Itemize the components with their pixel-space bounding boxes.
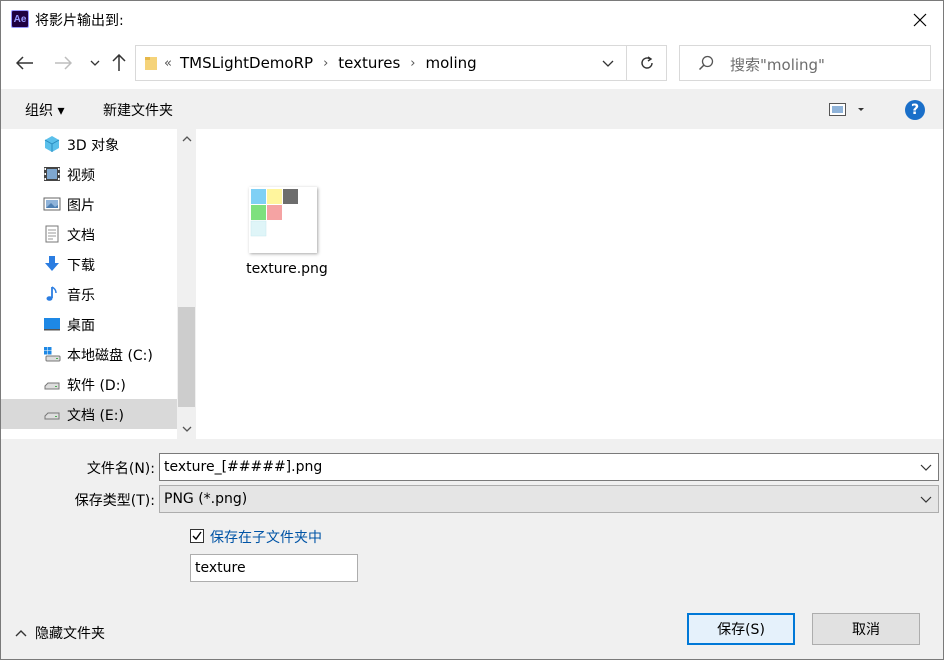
chevron-right-icon[interactable]: › [323,56,328,71]
sidebar-item-pictures[interactable]: 图片 [1,189,177,219]
sidebar-item-label: 音乐 [67,288,95,304]
desktop-icon [44,318,60,331]
file-name: texture.png [246,261,328,277]
up-button[interactable] [107,51,131,75]
arrow-up-icon [112,54,126,71]
dialog-title: 将影片输出到: [35,13,124,29]
breadcrumb-item[interactable]: TMSLightDemoRP [180,54,313,72]
chevron-up-icon [182,136,191,142]
sidebar-item-desktop[interactable]: 桌面 [1,309,177,339]
sidebar-item-music[interactable]: 音乐 [1,279,177,309]
sidebar-item-drive-d[interactable]: 软件 (D:) [1,369,177,399]
sidebar-item-label: 文档 (E:) [67,408,124,424]
command-bar: 组织 ▾ 新建文件夹 [1,89,943,129]
after-effects-app-icon: Ae [11,10,29,28]
sidebar-item-label: 桌面 [67,318,95,334]
scrollbar-thumb[interactable] [178,307,195,407]
file-type-value: PNG (*.png) [164,491,248,507]
pictures-icon [43,197,61,211]
windows-drive-icon [44,347,61,362]
music-icon [46,286,57,301]
view-options-button[interactable] [829,101,869,119]
file-list[interactable]: texture.png [197,129,943,439]
hide-folders-toggle[interactable]: 隐藏文件夹 [15,623,105,643]
arrow-right-icon [55,56,72,70]
back-button[interactable] [13,51,37,75]
cube-3d-icon [44,136,60,152]
search-icon [698,55,714,71]
save-dialog: Ae 将影片输出到: « TMSLightDemoRP › textures ›… [0,0,944,660]
sidebar-scrollbar[interactable] [177,129,196,439]
organize-menu-button[interactable]: 组织 ▾ [25,100,64,120]
breadcrumb-item[interactable]: textures [338,54,400,72]
documents-icon [45,225,59,243]
sidebar-item-label: 视频 [67,168,95,184]
sidebar-item-drive-e[interactable]: 文档 (E:) [1,399,177,429]
sidebar-item-label: 下载 [67,258,95,274]
address-dropdown-button[interactable] [592,46,624,80]
sidebar-item-videos[interactable]: 视频 [1,159,177,189]
breadcrumb-overflow[interactable]: « [164,56,172,71]
video-icon [44,167,60,181]
cancel-button[interactable]: 取消 [812,613,920,645]
sidebar-item-documents[interactable]: 文档 [1,219,177,249]
drive-icon [44,412,60,420]
sidebar-item-label: 软件 (D:) [67,378,126,394]
navigation-pane: 3D 对象 视频 图片 文档 下载 音乐 桌面 本地磁盘 (C:) 软件 (D:… [1,129,197,439]
new-folder-button[interactable]: 新建文件夹 [103,100,173,120]
refresh-button[interactable] [626,46,666,80]
subfolder-name-value: texture [195,560,246,576]
address-bar[interactable]: « TMSLightDemoRP › textures › moling [135,45,667,81]
forward-button[interactable] [51,51,75,75]
filename-field[interactable]: texture_[#####].png [159,453,939,481]
checkmark-icon [192,531,202,541]
png-thumbnail-icon [249,187,317,253]
arrow-left-icon [16,56,33,70]
file-type-label: 保存类型(T): [74,493,155,509]
sidebar-item-label: 本地磁盘 (C:) [67,348,153,364]
hide-folders-label: 隐藏文件夹 [35,626,105,642]
search-input[interactable]: 搜索"moling" [679,45,931,81]
sidebar-item-drive-c[interactable]: 本地磁盘 (C:) [1,339,177,369]
chevron-right-icon[interactable]: › [410,56,415,71]
sidebar-item-label: 图片 [67,198,95,214]
subfolder-checkbox[interactable] [190,529,204,543]
sidebar-item-label: 3D 对象 [67,138,120,154]
view-icon [829,103,864,116]
subfolder-name-input[interactable]: texture [190,554,358,582]
breadcrumb: « TMSLightDemoRP › textures › moling [164,46,477,80]
close-icon [913,13,927,27]
close-button[interactable] [897,1,943,39]
folder-icon [145,57,157,70]
recent-locations-button[interactable] [83,51,107,75]
chevron-down-icon [90,60,100,66]
chevron-down-icon [182,426,191,432]
sidebar-item-label: 文档 [67,228,95,244]
sidebar-item-3d-objects[interactable]: 3D 对象 [1,129,177,159]
filename-label: 文件名(N): [86,461,155,477]
chevron-up-icon [15,630,27,637]
search-placeholder: 搜索"moling" [730,56,825,74]
save-button[interactable]: 保存(S) [687,613,795,645]
download-icon [45,256,59,271]
chevron-down-icon [920,496,932,503]
subfolder-checkbox-label[interactable]: 保存在子文件夹中 [210,527,322,547]
chevron-down-icon [602,60,614,67]
scroll-up-button[interactable] [177,129,196,149]
breadcrumb-item[interactable]: moling [425,54,476,72]
file-item[interactable]: texture.png [237,181,337,281]
refresh-icon [640,56,653,69]
chevron-down-icon[interactable] [920,460,932,474]
title-bar: Ae 将影片输出到: [1,1,943,39]
file-type-select[interactable]: PNG (*.png) [159,485,939,513]
help-button[interactable]: ? [905,100,925,120]
scroll-down-button[interactable] [177,419,196,439]
filename-value: texture_[#####].png [164,459,323,475]
drive-icon [44,382,60,390]
sidebar-item-downloads[interactable]: 下载 [1,249,177,279]
